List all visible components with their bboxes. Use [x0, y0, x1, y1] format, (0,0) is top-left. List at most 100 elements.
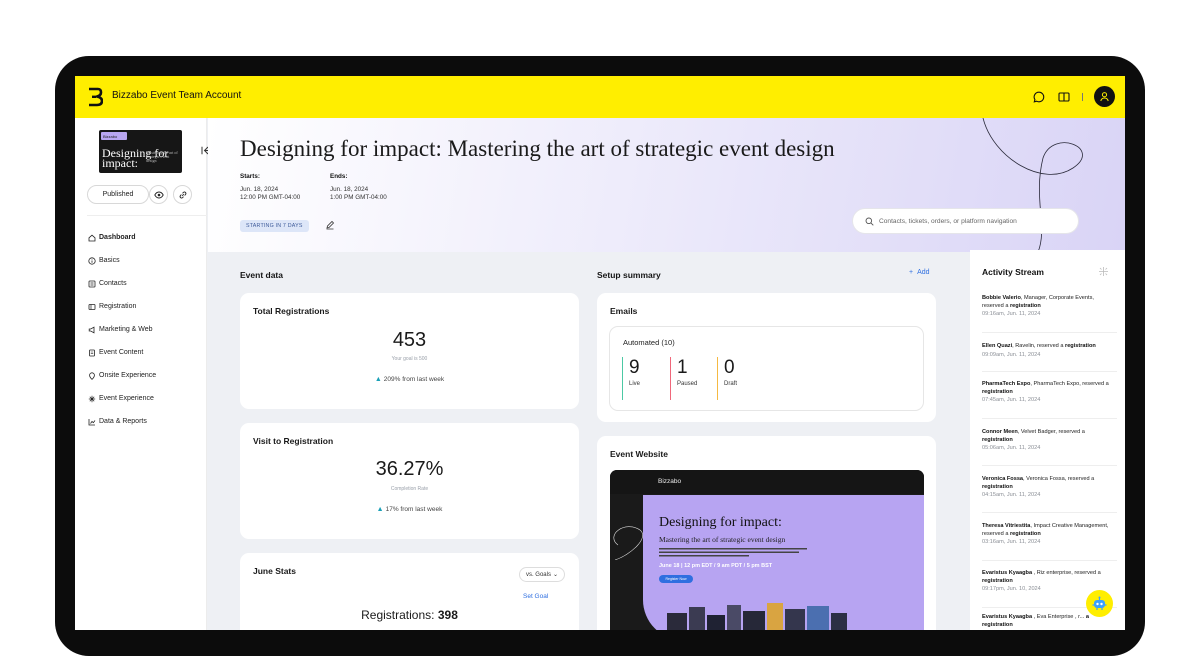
- preview-button[interactable]: [149, 185, 168, 204]
- sidebar-item-basics[interactable]: Basics: [88, 249, 156, 272]
- set-goal-link[interactable]: Set Goal: [523, 593, 548, 600]
- activity-detail: , Eva Enterprise , r...: [1032, 614, 1086, 620]
- divider: [87, 215, 207, 216]
- sidebar-item-dashboard[interactable]: Dashboard: [88, 226, 156, 249]
- paused-label: Paused: [677, 381, 698, 387]
- app-screen: Bizzabo Event Team Account Bizzabo Desig…: [75, 76, 1125, 630]
- live-count: 9: [629, 357, 640, 378]
- preview-register-button: Register Now: [659, 575, 693, 583]
- account-name[interactable]: Bizzabo Event Team Account: [112, 90, 241, 101]
- divider: [982, 332, 1117, 333]
- activity-item[interactable]: PharmaTech Expo, PharmaTech Expo, reserv…: [982, 381, 1117, 405]
- activity-time: 07:45am, Jun. 11, 2024: [982, 397, 1041, 403]
- pin-icon: [88, 371, 96, 380]
- sidebar-item-event-experience[interactable]: Event Experience: [88, 387, 156, 410]
- activity-time: 09:09am, Jun. 11, 2024: [982, 351, 1041, 358]
- preview-hero: Designing for impact: Mastering the art …: [643, 495, 924, 630]
- activity-action: registration: [982, 388, 1013, 395]
- activity-name: Connor Meen: [982, 429, 1018, 435]
- total-registrations-card[interactable]: Total Registrations 453 Your goal is 500…: [240, 293, 579, 409]
- conversion-label: Completion Rate: [390, 486, 429, 492]
- sidebar-item-onsite[interactable]: Onsite Experience: [88, 364, 156, 387]
- top-actions: [1032, 86, 1115, 107]
- robot-icon: [1092, 596, 1107, 610]
- card-title: Event Website: [610, 449, 668, 459]
- activity-item[interactable]: Theresa Vitriestita, Impact Creative Man…: [982, 523, 1117, 547]
- copy-link-button[interactable]: [173, 185, 192, 204]
- trend-up-icon: ▲: [376, 506, 384, 513]
- activity-name: Theresa Vitriestita: [982, 523, 1031, 529]
- sidebar-item-label: Onsite Experience: [99, 372, 157, 379]
- sidebar: Bizzabo Designing for impact: Mastering …: [75, 118, 207, 630]
- sidebar-item-marketing[interactable]: Marketing & Web: [88, 318, 156, 341]
- visit-to-registration-card[interactable]: Visit to Registration 36.27% Completion …: [240, 423, 579, 539]
- ends-time: 1:00 PM GMT-04:00: [330, 194, 387, 201]
- event-thumbnail[interactable]: Bizzabo Designing for impact: Mastering …: [99, 130, 182, 173]
- card-title: Visit to Registration: [253, 436, 334, 446]
- sidebar-item-label: Dashboard: [99, 234, 136, 241]
- activity-action: registration: [982, 436, 1013, 443]
- draft-label: Draft: [724, 381, 738, 387]
- starts-time: 12:00 PM GMT-04:00: [240, 194, 301, 201]
- activity-action: registration: [1065, 343, 1096, 349]
- sidebar-item-label: Marketing & Web: [99, 326, 153, 333]
- sidebar-nav: Dashboard Basics Contacts Registration M…: [88, 226, 156, 433]
- activity-action: registration: [1009, 302, 1041, 309]
- event-website-card: Event Website Bizzabo Designing for impa…: [597, 436, 936, 630]
- draft-count: 0: [724, 357, 735, 378]
- activity-name: Evaristus Kyaagba: [982, 614, 1033, 620]
- registrations-label: Registrations:: [361, 608, 435, 622]
- activity-time: 03:16am, Jun. 11, 2024: [982, 539, 1041, 545]
- sidebar-item-contacts[interactable]: Contacts: [88, 272, 156, 295]
- activity-item[interactable]: Connor Meen, Velvet Badger, reserved a r…: [982, 429, 1117, 453]
- published-button[interactable]: Published: [87, 185, 149, 204]
- add-button[interactable]: + Add: [909, 269, 930, 276]
- home-icon: [88, 234, 96, 242]
- activity-name: Evaristus Kyaagba: [982, 570, 1033, 576]
- june-registrations: Registrations: 398: [240, 608, 579, 622]
- draft-stat[interactable]: 0 Draft: [717, 357, 737, 400]
- chat-icon[interactable]: [1032, 90, 1046, 104]
- link-icon: [179, 191, 186, 198]
- compare-dropdown[interactable]: vs. Goals ⌄: [519, 567, 565, 582]
- top-bar: Bizzabo Event Team Account: [75, 76, 1125, 118]
- event-header: Designing for impact: Mastering the art …: [208, 118, 1125, 252]
- compare-label: vs. Goals: [525, 571, 551, 578]
- user-icon[interactable]: [1094, 86, 1115, 107]
- expand-icon[interactable]: [1098, 266, 1109, 277]
- activity-time: 04:15am, Jun. 11, 2024: [982, 492, 1041, 498]
- divider: [982, 418, 1117, 419]
- sidebar-item-registration[interactable]: Registration: [88, 295, 156, 318]
- automated-emails-panel[interactable]: Automated (10) 9 Live 1 Paused 0 Draft: [609, 326, 924, 411]
- live-stat[interactable]: 9 Live: [622, 357, 640, 400]
- book-icon[interactable]: [1057, 90, 1071, 104]
- sidebar-item-event-content[interactable]: Event Content: [88, 341, 156, 364]
- info-icon: [88, 256, 96, 265]
- help-assistant-button[interactable]: [1086, 590, 1113, 617]
- emails-card: Emails Automated (10) 9 Live 1 Paused 0 …: [597, 293, 936, 422]
- edit-icon[interactable]: [325, 220, 335, 230]
- sidebar-item-data-reports[interactable]: Data & Reports: [88, 410, 156, 433]
- divider: [982, 512, 1117, 513]
- activity-action: registration: [982, 577, 1013, 584]
- bizzabo-logo[interactable]: [87, 87, 103, 107]
- activity-item[interactable]: Ellen Quazi, Ravelin, reserved a registr…: [982, 343, 1117, 359]
- global-search[interactable]: Contacts, tickets, orders, or platform n…: [853, 209, 1078, 233]
- trend-text: 209% from last week: [383, 376, 445, 383]
- activity-item[interactable]: Bobbie Valerio, Manager, Corporate Event…: [982, 295, 1117, 319]
- sidebar-item-label: Contacts: [99, 280, 127, 287]
- card-title: June Stats: [253, 566, 296, 576]
- paused-stat[interactable]: 1 Paused: [670, 357, 697, 400]
- plus-icon: +: [909, 269, 914, 276]
- divider: [982, 371, 1117, 372]
- activity-item[interactable]: Veronica Fossa, Veronica Fossa, reserved…: [982, 476, 1117, 500]
- website-preview[interactable]: Bizzabo Designing for impact: Mastering …: [610, 470, 924, 630]
- sidebar-item-label: Basics: [99, 257, 120, 264]
- divider: [982, 465, 1117, 466]
- thumbnail-subtitle: Mastering the art of strategic event des…: [146, 150, 178, 163]
- activity-action: registration: [982, 483, 1013, 490]
- thumbnail-tag: Bizzabo: [101, 132, 127, 140]
- divider: [982, 560, 1117, 561]
- activity-time: 05:06am, Jun. 11, 2024: [982, 445, 1041, 451]
- chevron-down-icon: ⌄: [552, 572, 559, 578]
